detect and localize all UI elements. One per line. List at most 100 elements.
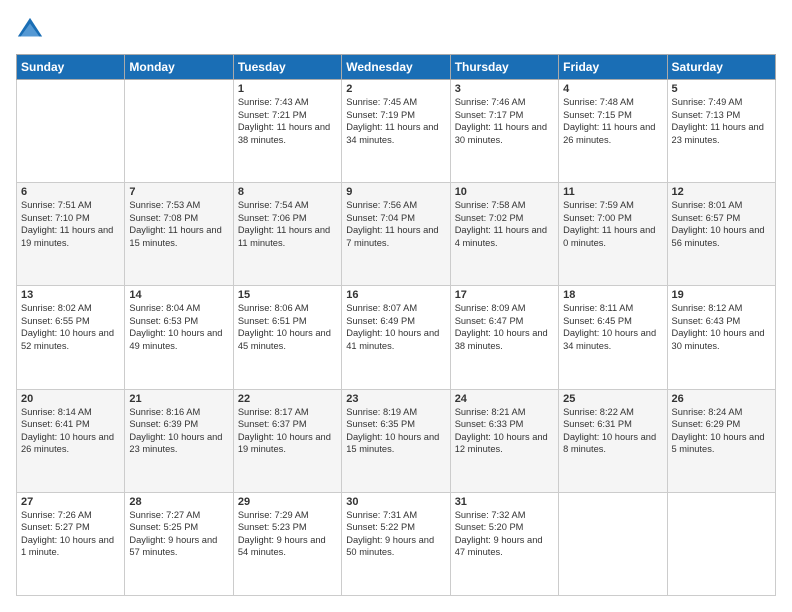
day-number: 9 (346, 186, 445, 198)
weekday-header-thursday: Thursday (450, 55, 558, 80)
day-info: Sunrise: 8:04 AM Sunset: 6:53 PM Dayligh… (129, 302, 228, 352)
day-number: 21 (129, 393, 228, 405)
cal-cell: 21Sunrise: 8:16 AM Sunset: 6:39 PM Dayli… (125, 389, 233, 492)
cal-cell: 3Sunrise: 7:46 AM Sunset: 7:17 PM Daylig… (450, 80, 558, 183)
day-info: Sunrise: 7:56 AM Sunset: 7:04 PM Dayligh… (346, 199, 445, 249)
weekday-header-monday: Monday (125, 55, 233, 80)
day-info: Sunrise: 7:26 AM Sunset: 5:27 PM Dayligh… (21, 509, 120, 559)
day-info: Sunrise: 8:22 AM Sunset: 6:31 PM Dayligh… (563, 406, 662, 456)
cal-cell (17, 80, 125, 183)
day-number: 15 (238, 289, 337, 301)
day-number: 11 (563, 186, 662, 198)
day-number: 4 (563, 83, 662, 95)
day-info: Sunrise: 7:59 AM Sunset: 7:00 PM Dayligh… (563, 199, 662, 249)
day-number: 6 (21, 186, 120, 198)
cal-cell (125, 80, 233, 183)
cal-cell: 8Sunrise: 7:54 AM Sunset: 7:06 PM Daylig… (233, 183, 341, 286)
day-number: 29 (238, 496, 337, 508)
day-number: 5 (672, 83, 771, 95)
cal-cell: 29Sunrise: 7:29 AM Sunset: 5:23 PM Dayli… (233, 492, 341, 595)
cal-cell: 6Sunrise: 7:51 AM Sunset: 7:10 PM Daylig… (17, 183, 125, 286)
cal-cell: 23Sunrise: 8:19 AM Sunset: 6:35 PM Dayli… (342, 389, 450, 492)
day-info: Sunrise: 7:43 AM Sunset: 7:21 PM Dayligh… (238, 96, 337, 146)
day-info: Sunrise: 8:12 AM Sunset: 6:43 PM Dayligh… (672, 302, 771, 352)
cal-cell: 24Sunrise: 8:21 AM Sunset: 6:33 PM Dayli… (450, 389, 558, 492)
day-number: 30 (346, 496, 445, 508)
day-info: Sunrise: 7:48 AM Sunset: 7:15 PM Dayligh… (563, 96, 662, 146)
day-info: Sunrise: 7:49 AM Sunset: 7:13 PM Dayligh… (672, 96, 771, 146)
day-number: 8 (238, 186, 337, 198)
week-row-4: 20Sunrise: 8:14 AM Sunset: 6:41 PM Dayli… (17, 389, 776, 492)
cal-cell: 15Sunrise: 8:06 AM Sunset: 6:51 PM Dayli… (233, 286, 341, 389)
cal-cell: 20Sunrise: 8:14 AM Sunset: 6:41 PM Dayli… (17, 389, 125, 492)
day-number: 12 (672, 186, 771, 198)
day-number: 24 (455, 393, 554, 405)
cal-cell: 11Sunrise: 7:59 AM Sunset: 7:00 PM Dayli… (559, 183, 667, 286)
day-number: 2 (346, 83, 445, 95)
day-info: Sunrise: 8:19 AM Sunset: 6:35 PM Dayligh… (346, 406, 445, 456)
day-info: Sunrise: 8:14 AM Sunset: 6:41 PM Dayligh… (21, 406, 120, 456)
day-number: 31 (455, 496, 554, 508)
day-number: 17 (455, 289, 554, 301)
day-info: Sunrise: 7:32 AM Sunset: 5:20 PM Dayligh… (455, 509, 554, 559)
day-number: 10 (455, 186, 554, 198)
calendar-table: SundayMondayTuesdayWednesdayThursdayFrid… (16, 54, 776, 596)
day-info: Sunrise: 7:27 AM Sunset: 5:25 PM Dayligh… (129, 509, 228, 559)
header (16, 16, 776, 44)
day-number: 22 (238, 393, 337, 405)
day-info: Sunrise: 8:02 AM Sunset: 6:55 PM Dayligh… (21, 302, 120, 352)
day-info: Sunrise: 8:24 AM Sunset: 6:29 PM Dayligh… (672, 406, 771, 456)
day-info: Sunrise: 7:29 AM Sunset: 5:23 PM Dayligh… (238, 509, 337, 559)
day-number: 16 (346, 289, 445, 301)
week-row-5: 27Sunrise: 7:26 AM Sunset: 5:27 PM Dayli… (17, 492, 776, 595)
day-info: Sunrise: 7:31 AM Sunset: 5:22 PM Dayligh… (346, 509, 445, 559)
day-number: 23 (346, 393, 445, 405)
day-info: Sunrise: 7:54 AM Sunset: 7:06 PM Dayligh… (238, 199, 337, 249)
weekday-header-saturday: Saturday (667, 55, 775, 80)
week-row-1: 1Sunrise: 7:43 AM Sunset: 7:21 PM Daylig… (17, 80, 776, 183)
cal-cell: 16Sunrise: 8:07 AM Sunset: 6:49 PM Dayli… (342, 286, 450, 389)
weekday-header-sunday: Sunday (17, 55, 125, 80)
cal-cell: 19Sunrise: 8:12 AM Sunset: 6:43 PM Dayli… (667, 286, 775, 389)
day-info: Sunrise: 7:53 AM Sunset: 7:08 PM Dayligh… (129, 199, 228, 249)
day-info: Sunrise: 8:06 AM Sunset: 6:51 PM Dayligh… (238, 302, 337, 352)
logo-icon (16, 16, 44, 44)
cal-cell: 28Sunrise: 7:27 AM Sunset: 5:25 PM Dayli… (125, 492, 233, 595)
cal-cell: 27Sunrise: 7:26 AM Sunset: 5:27 PM Dayli… (17, 492, 125, 595)
cal-cell: 7Sunrise: 7:53 AM Sunset: 7:08 PM Daylig… (125, 183, 233, 286)
cal-cell: 2Sunrise: 7:45 AM Sunset: 7:19 PM Daylig… (342, 80, 450, 183)
cal-cell: 25Sunrise: 8:22 AM Sunset: 6:31 PM Dayli… (559, 389, 667, 492)
cal-cell: 14Sunrise: 8:04 AM Sunset: 6:53 PM Dayli… (125, 286, 233, 389)
cal-cell: 9Sunrise: 7:56 AM Sunset: 7:04 PM Daylig… (342, 183, 450, 286)
day-info: Sunrise: 8:09 AM Sunset: 6:47 PM Dayligh… (455, 302, 554, 352)
cal-cell: 30Sunrise: 7:31 AM Sunset: 5:22 PM Dayli… (342, 492, 450, 595)
day-number: 18 (563, 289, 662, 301)
day-info: Sunrise: 7:51 AM Sunset: 7:10 PM Dayligh… (21, 199, 120, 249)
day-info: Sunrise: 8:21 AM Sunset: 6:33 PM Dayligh… (455, 406, 554, 456)
day-info: Sunrise: 7:45 AM Sunset: 7:19 PM Dayligh… (346, 96, 445, 146)
cal-cell: 1Sunrise: 7:43 AM Sunset: 7:21 PM Daylig… (233, 80, 341, 183)
cal-cell (559, 492, 667, 595)
day-info: Sunrise: 7:46 AM Sunset: 7:17 PM Dayligh… (455, 96, 554, 146)
weekday-header-row: SundayMondayTuesdayWednesdayThursdayFrid… (17, 55, 776, 80)
week-row-2: 6Sunrise: 7:51 AM Sunset: 7:10 PM Daylig… (17, 183, 776, 286)
day-number: 14 (129, 289, 228, 301)
day-number: 1 (238, 83, 337, 95)
day-number: 13 (21, 289, 120, 301)
logo (16, 16, 48, 44)
day-info: Sunrise: 8:01 AM Sunset: 6:57 PM Dayligh… (672, 199, 771, 249)
weekday-header-tuesday: Tuesday (233, 55, 341, 80)
cal-cell: 5Sunrise: 7:49 AM Sunset: 7:13 PM Daylig… (667, 80, 775, 183)
cal-cell: 22Sunrise: 8:17 AM Sunset: 6:37 PM Dayli… (233, 389, 341, 492)
day-number: 7 (129, 186, 228, 198)
cal-cell (667, 492, 775, 595)
week-row-3: 13Sunrise: 8:02 AM Sunset: 6:55 PM Dayli… (17, 286, 776, 389)
day-number: 25 (563, 393, 662, 405)
weekday-header-wednesday: Wednesday (342, 55, 450, 80)
page: SundayMondayTuesdayWednesdayThursdayFrid… (0, 0, 792, 612)
cal-cell: 12Sunrise: 8:01 AM Sunset: 6:57 PM Dayli… (667, 183, 775, 286)
day-number: 28 (129, 496, 228, 508)
day-info: Sunrise: 7:58 AM Sunset: 7:02 PM Dayligh… (455, 199, 554, 249)
cal-cell: 10Sunrise: 7:58 AM Sunset: 7:02 PM Dayli… (450, 183, 558, 286)
cal-cell: 18Sunrise: 8:11 AM Sunset: 6:45 PM Dayli… (559, 286, 667, 389)
